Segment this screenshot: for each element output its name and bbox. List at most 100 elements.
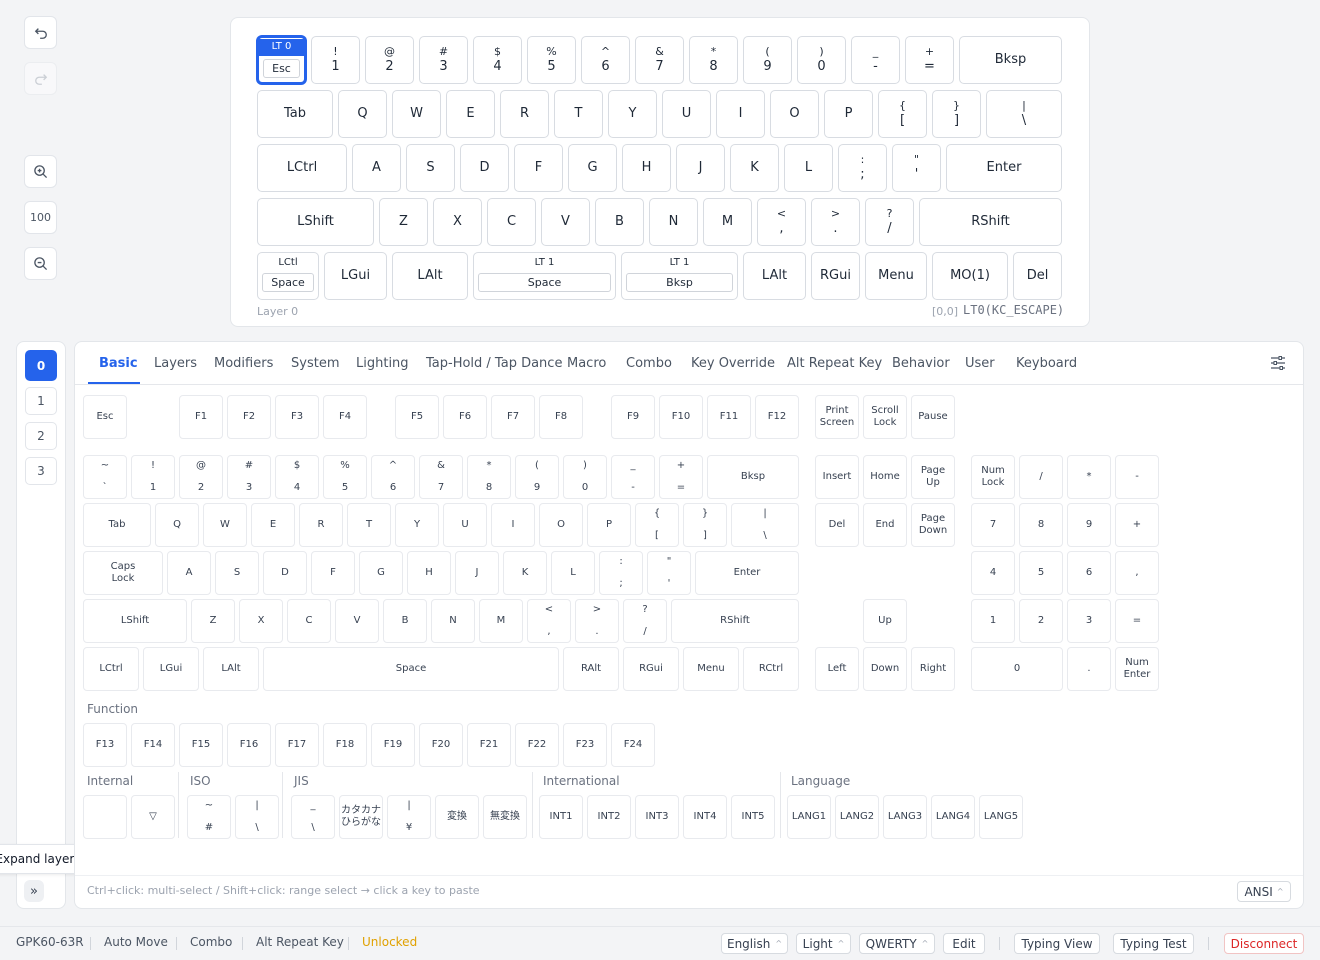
key-e[interactable]: E xyxy=(446,90,495,138)
pal-f18[interactable]: F18 xyxy=(323,723,367,767)
pal-lgui[interactable]: LGui xyxy=(143,647,199,691)
pal-kp-2[interactable]: 2 xyxy=(1019,599,1063,643)
layer-button-1[interactable]: 1 xyxy=(25,387,57,415)
key-slash[interactable]: ? / xyxy=(865,198,914,246)
pal-left[interactable]: Left xyxy=(815,647,859,691)
pal-kp-enter[interactable]: Num Enter xyxy=(1115,647,1159,691)
pal-i[interactable]: I xyxy=(491,503,535,547)
pal-f13[interactable]: F13 xyxy=(83,723,127,767)
pal-jis-kana[interactable]: カタカナ ひらがな xyxy=(339,795,383,839)
key-quote[interactable]: " ' xyxy=(892,144,941,192)
pal-f5[interactable]: F5 xyxy=(395,395,439,439)
layer-button-2[interactable]: 2 xyxy=(25,422,57,450)
key-g[interactable]: G xyxy=(568,144,617,192)
key-x[interactable]: X xyxy=(433,198,482,246)
pal-backslash[interactable]: | \ xyxy=(731,503,799,547)
layer-button-3[interactable]: 3 xyxy=(25,457,57,485)
pal-enter[interactable]: Enter xyxy=(695,551,799,595)
key-c[interactable]: C xyxy=(487,198,536,246)
key-sym[interactable]: + = xyxy=(905,36,954,84)
key-tab[interactable]: Tab xyxy=(257,90,333,138)
pal-kp-9[interactable]: 9 xyxy=(1067,503,1111,547)
pal-f11[interactable]: F11 xyxy=(707,395,751,439)
key-z[interactable]: Z xyxy=(379,198,428,246)
pal-u[interactable]: U xyxy=(443,503,487,547)
tab-layers[interactable]: Layers xyxy=(154,356,197,371)
pal-scroll-lock[interactable]: Scroll Lock xyxy=(863,395,907,439)
key-u[interactable]: U xyxy=(662,90,711,138)
key-lgui[interactable]: LGui xyxy=(324,252,387,300)
pal-r[interactable]: R xyxy=(299,503,343,547)
key-mo1[interactable]: MO(1) xyxy=(932,252,1008,300)
pal-num-3[interactable]: #3 xyxy=(227,455,271,499)
pal-k[interactable]: K xyxy=(503,551,547,595)
pal-rbracket[interactable]: }] xyxy=(683,503,727,547)
pal-comma[interactable]: <, xyxy=(527,599,571,643)
pal-lang5[interactable]: LANG5 xyxy=(979,795,1023,839)
key-r[interactable]: R xyxy=(500,90,549,138)
key-w[interactable]: W xyxy=(392,90,441,138)
pal-lshift[interactable]: LShift xyxy=(83,599,187,643)
pal-kp-8[interactable]: 8 xyxy=(1019,503,1063,547)
pal-w[interactable]: W xyxy=(203,503,247,547)
key-i[interactable]: I xyxy=(716,90,765,138)
key-lt1-space[interactable]: LT 1 Space xyxy=(473,252,616,300)
key-period[interactable]: >. xyxy=(811,198,860,246)
tab-combo[interactable]: Combo xyxy=(626,356,672,371)
pal-pause[interactable]: Pause xyxy=(911,395,955,439)
alt-repeat-status[interactable]: Alt Repeat Key xyxy=(256,935,344,949)
pal-f10[interactable]: F10 xyxy=(659,395,703,439)
pal-h[interactable]: H xyxy=(407,551,451,595)
key-sym[interactable]: _ - xyxy=(851,36,900,84)
pal-kp-3[interactable]: 3 xyxy=(1067,599,1111,643)
pal-right[interactable]: Right xyxy=(911,647,955,691)
pal-kp-4[interactable]: 4 xyxy=(971,551,1015,595)
pal-lctrl[interactable]: LCtrl xyxy=(83,647,139,691)
key-lalt-2[interactable]: LAlt xyxy=(743,252,806,300)
pal-tab[interactable]: Tab xyxy=(83,503,151,547)
key-backslash[interactable]: | \ xyxy=(986,90,1062,138)
pal-kp-sym[interactable]: + xyxy=(1115,503,1159,547)
pal-g[interactable]: G xyxy=(359,551,403,595)
theme-select[interactable]: Light ^ xyxy=(796,933,851,954)
pal-f14[interactable]: F14 xyxy=(131,723,175,767)
pal-int2[interactable]: INT2 xyxy=(587,795,631,839)
key-h[interactable]: H xyxy=(622,144,671,192)
tab-modifiers[interactable]: Modifiers xyxy=(214,356,273,371)
key-1[interactable]: ! 1 xyxy=(311,36,360,84)
key-rbracket[interactable]: }] xyxy=(932,90,981,138)
pal-f9[interactable]: F9 xyxy=(611,395,655,439)
pal-p[interactable]: P xyxy=(587,503,631,547)
pal-f19[interactable]: F19 xyxy=(371,723,415,767)
pal-iso-backslash[interactable]: | \ xyxy=(235,795,279,839)
pal-kp-num-lock[interactable]: Num Lock xyxy=(971,455,1015,499)
settings-sliders-icon[interactable] xyxy=(1270,355,1288,373)
pal-num-sym[interactable]: ~ ` xyxy=(83,455,127,499)
pal-f22[interactable]: F22 xyxy=(515,723,559,767)
pal-m[interactable]: M xyxy=(479,599,523,643)
pal-num-0[interactable]: ) 0 xyxy=(563,455,607,499)
tab-tap-hold-tap-dance[interactable]: Tap-Hold / Tap Dance xyxy=(426,356,562,371)
pal-esc[interactable]: Esc xyxy=(83,395,127,439)
pal-jis-yen[interactable]: | ¥ xyxy=(387,795,431,839)
tab-system[interactable]: System xyxy=(291,356,339,371)
layer-button-0[interactable]: 0 xyxy=(25,350,57,381)
pal-kp-sym[interactable]: = xyxy=(1115,599,1159,643)
key-5[interactable]: % 5 xyxy=(527,36,576,84)
key-comma[interactable]: <, xyxy=(757,198,806,246)
key-enter[interactable]: Enter xyxy=(946,144,1062,192)
pal-ralt[interactable]: RAlt xyxy=(563,647,619,691)
keymap-select[interactable]: QWERTY ^ xyxy=(859,933,935,954)
pal-semicolon[interactable]: :; xyxy=(599,551,643,595)
key-4[interactable]: $4 xyxy=(473,36,522,84)
pal-kp-sym[interactable]: / xyxy=(1019,455,1063,499)
key-d[interactable]: D xyxy=(460,144,509,192)
pal-lbracket[interactable]: {[ xyxy=(635,503,679,547)
pal-s[interactable]: S xyxy=(215,551,259,595)
pal-lang4[interactable]: LANG4 xyxy=(931,795,975,839)
pal-int4[interactable]: INT4 xyxy=(683,795,727,839)
tab-key-override[interactable]: Key Override xyxy=(691,356,775,371)
key-n[interactable]: N xyxy=(649,198,698,246)
pal-lang2[interactable]: LANG2 xyxy=(835,795,879,839)
pal-v[interactable]: V xyxy=(335,599,379,643)
